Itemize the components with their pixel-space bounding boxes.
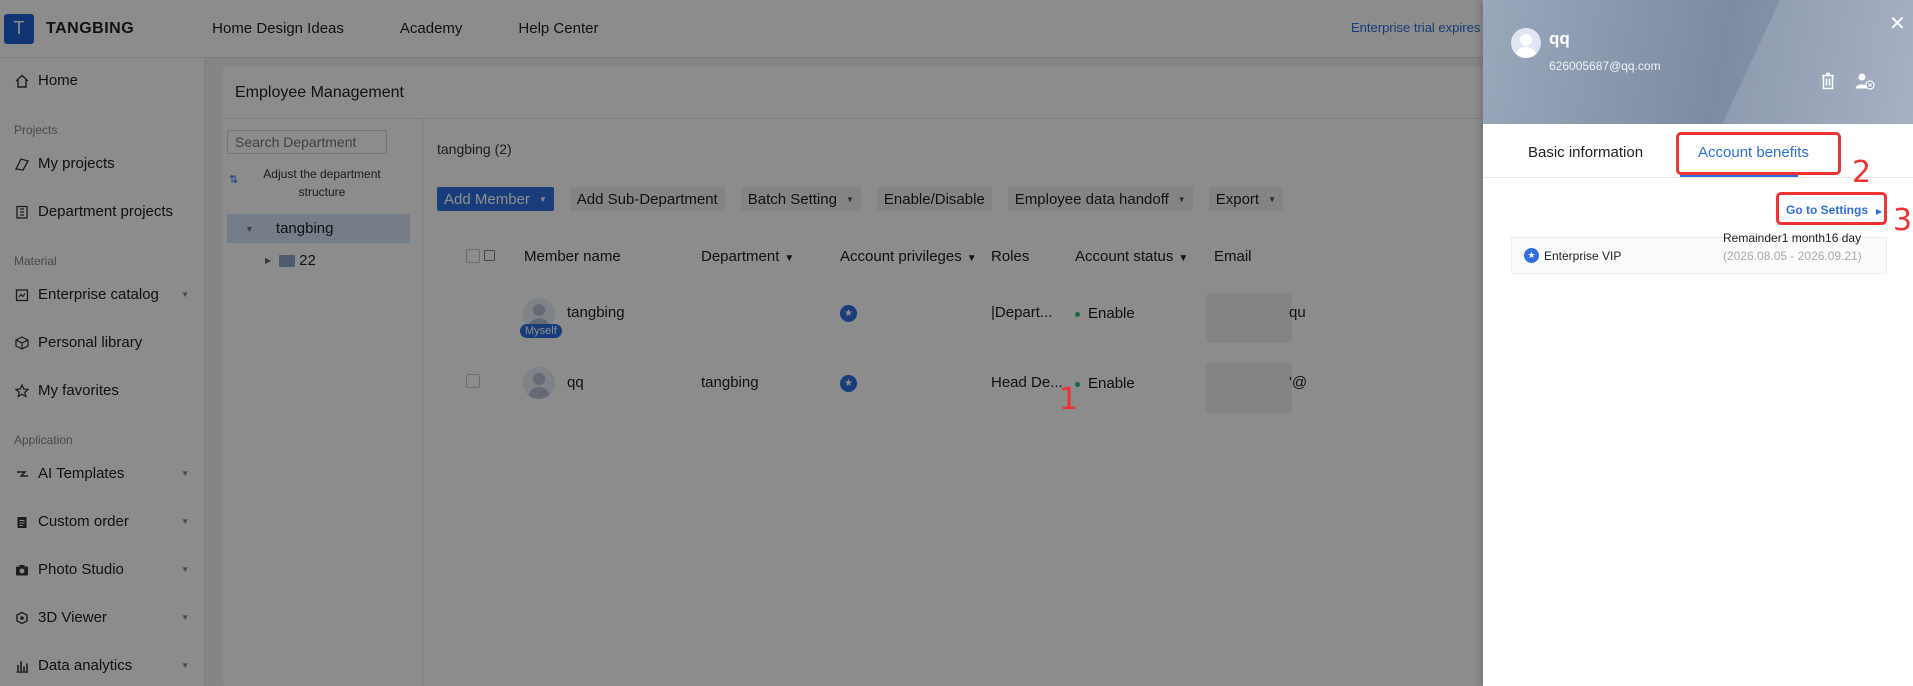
user-remove-icon[interactable] xyxy=(1855,72,1875,90)
close-icon[interactable]: ✕ xyxy=(1889,14,1906,34)
annotation-box-account-benefits xyxy=(1676,132,1841,175)
member-email: 626005687@qq.com xyxy=(1549,59,1661,73)
date-range: (2026.08.05 - 2026.09.21) xyxy=(1723,249,1862,263)
tab-basic-information[interactable]: Basic information xyxy=(1528,144,1643,161)
remainder-text: Remainder1 month16 day xyxy=(1723,231,1862,245)
benefit-remainder: Remainder1 month16 day (2026.08.05 - 202… xyxy=(1723,229,1883,265)
trash-icon[interactable] xyxy=(1821,72,1835,90)
vip-badge-icon: ★ xyxy=(1524,248,1539,263)
annotation-box-go-to-settings xyxy=(1776,192,1887,225)
drawer-header: qq 626005687@qq.com ✕ xyxy=(1483,0,1913,124)
annotation-number: 3 xyxy=(1893,203,1913,238)
member-name: qq xyxy=(1549,29,1570,48)
annotation-number: 2 xyxy=(1852,155,1872,190)
member-detail-drawer: qq 626005687@qq.com ✕ Basic information … xyxy=(1483,0,1913,686)
benefit-name: Enterprise VIP xyxy=(1544,249,1622,263)
avatar xyxy=(1511,28,1541,58)
modal-overlay[interactable] xyxy=(0,0,1483,686)
annotation-number: 1 xyxy=(1059,382,1079,417)
active-tab-indicator xyxy=(1680,175,1798,177)
